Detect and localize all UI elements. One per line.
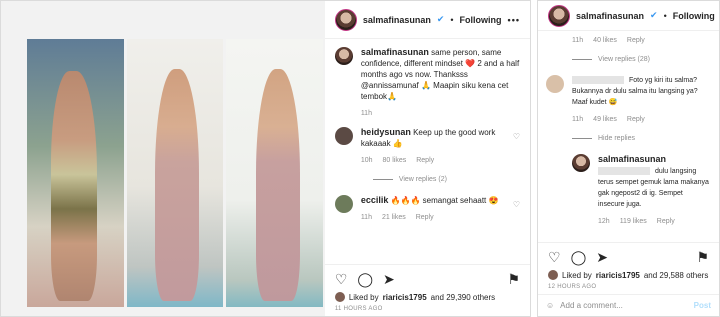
reply-button[interactable]: Reply: [416, 155, 434, 166]
more-options-icon[interactable]: •••: [508, 15, 520, 25]
comment: eccilik 🔥🔥🔥 semangat sehaatt 😍 11h 21 li…: [334, 195, 520, 223]
avatar[interactable]: [334, 127, 353, 145]
view-replies[interactable]: View replies (2): [372, 174, 520, 185]
caption: salmafinasunan same person, same confide…: [334, 47, 520, 119]
reply: salmafinasunan dulu langsing terus sempe…: [572, 154, 711, 227]
reply-button[interactable]: Reply: [416, 212, 434, 223]
comment-icon[interactable]: ◯: [357, 271, 373, 288]
comment-likes[interactable]: 80 likes: [383, 155, 407, 166]
caption-time: 11h: [360, 110, 372, 117]
add-comment-input[interactable]: Add a comment...: [560, 301, 623, 310]
post-sidebar: salmafinasunan ✔ • Following ••• salmafi…: [324, 1, 530, 316]
photo-after-side: [226, 39, 324, 307]
emoji-icon[interactable]: ☺: [546, 301, 554, 310]
avatar[interactable]: [334, 8, 357, 31]
liked-by-user[interactable]: riaricis1795: [596, 271, 640, 280]
comments-panel: salmafinasunan ✔ • Following 11h 40 like…: [537, 0, 720, 317]
post-timestamp: 12 HOURS AGO: [548, 284, 597, 290]
avatar[interactable]: [334, 292, 345, 302]
avatar[interactable]: [334, 195, 353, 213]
panel-username[interactable]: salmafinasunan: [576, 11, 644, 21]
liked-by-suffix[interactable]: and 29,588 others: [644, 271, 709, 280]
add-comment-bar: ☺ Add a comment... Post: [538, 294, 719, 316]
blurred-username: [572, 76, 624, 85]
liked-by-suffix[interactable]: and 29,390 others: [431, 293, 496, 302]
verified-icon: ✔: [650, 10, 658, 20]
photo-before: [27, 39, 124, 307]
post-username[interactable]: salmafinasunan: [363, 15, 431, 25]
reply-button[interactable]: Reply: [627, 35, 645, 46]
avatar[interactable]: [572, 154, 590, 172]
comment-likes[interactable]: 49 likes: [593, 114, 617, 125]
post-media[interactable]: [1, 1, 325, 316]
post-button[interactable]: Post: [694, 301, 711, 310]
avatar[interactable]: [548, 4, 570, 27]
bookmark-icon[interactable]: ⚑: [696, 249, 709, 266]
comment: Foto yg kiri itu salma? Bukannya dr dulu…: [546, 75, 711, 125]
comment-icon[interactable]: ◯: [571, 249, 587, 266]
figure-after-front: [154, 69, 199, 301]
panel-header: salmafinasunan ✔ • Following: [538, 1, 719, 31]
comment: heidysunan Keep up the good work kakaaak…: [334, 127, 520, 166]
bookmark-icon[interactable]: ⚑: [507, 271, 520, 288]
photo-after-front: [126, 39, 224, 307]
post-actions: ♡ ◯ ➤ ⚑ Liked by riaricis1795 and 29,390…: [324, 264, 530, 316]
post-timestamp: 11 HOURS AGO: [334, 306, 383, 312]
comment-time: 11h: [572, 37, 584, 44]
liked-by-prefix: Liked by: [562, 270, 592, 280]
avatar[interactable]: [548, 270, 558, 280]
avatar[interactable]: [334, 47, 353, 65]
verified-icon: ✔: [436, 14, 445, 24]
comment-likes[interactable]: 40 likes: [593, 35, 617, 46]
liked-by: Liked by riaricis1795 and 29,588 others: [548, 270, 709, 280]
reply-time: 12h: [598, 218, 610, 225]
share-icon[interactable]: ➤: [383, 271, 395, 288]
comment-text: 🔥🔥🔥 semangat sehaatt 😍: [390, 196, 499, 205]
following-button[interactable]: Following: [460, 15, 502, 25]
caption-username[interactable]: salmafinasunan: [361, 47, 429, 57]
liked-by-prefix: Liked by: [348, 292, 379, 302]
photo-collage: [27, 39, 324, 307]
comments-list: salmafinasunan same person, same confide…: [325, 39, 530, 264]
comment-time: 11h: [360, 214, 372, 221]
comment-username[interactable]: eccilik: [361, 195, 389, 205]
separator-dot: •: [663, 10, 667, 21]
comment-username[interactable]: heidysunan: [361, 127, 411, 137]
figure-after-side: [256, 69, 301, 301]
reply-likes[interactable]: 119 likes: [620, 216, 647, 227]
comment-likes[interactable]: 21 likes: [382, 212, 406, 223]
liked-by: Liked by riaricis1795 and 29,390 others: [334, 292, 520, 302]
panel-comments: 11h 40 likes Reply View replies (28) Fot…: [538, 31, 719, 242]
reply-button[interactable]: Reply: [627, 114, 645, 125]
blurred-mention: [598, 167, 650, 176]
avatar[interactable]: [546, 75, 564, 93]
following-button[interactable]: Following: [673, 11, 715, 21]
heart-icon[interactable]: ♡: [513, 131, 520, 142]
share-icon[interactable]: ➤: [596, 249, 608, 266]
hide-replies[interactable]: Hide replies: [572, 133, 711, 144]
comment-time: 11h: [572, 116, 584, 123]
separator-dot: •: [450, 14, 454, 25]
view-replies[interactable]: View replies (28): [572, 54, 711, 65]
like-icon[interactable]: ♡: [548, 249, 561, 266]
panel-actions: ♡ ◯ ➤ ⚑ Liked by riaricis1795 and 29,588…: [538, 242, 719, 294]
reply-username[interactable]: salmafinasunan: [598, 154, 666, 164]
comment-time: 10h: [360, 157, 373, 164]
liked-by-user[interactable]: riaricis1795: [383, 293, 427, 302]
instagram-post: salmafinasunan ✔ • Following ••• salmafi…: [0, 0, 531, 317]
figure-before: [51, 71, 97, 301]
post-header: salmafinasunan ✔ • Following •••: [324, 1, 530, 39]
like-icon[interactable]: ♡: [335, 271, 348, 288]
heart-icon[interactable]: ♡: [513, 199, 520, 210]
reply-button[interactable]: Reply: [657, 216, 675, 227]
